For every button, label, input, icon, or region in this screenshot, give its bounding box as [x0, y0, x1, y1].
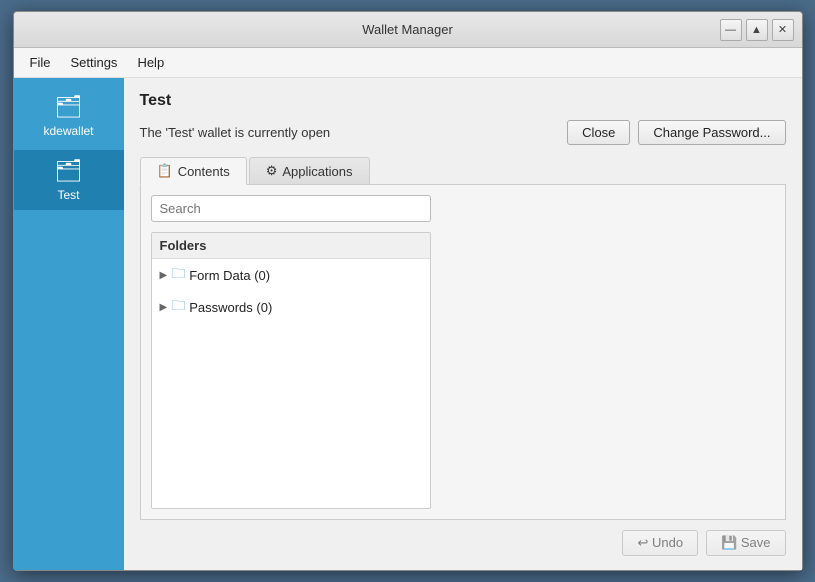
save-icon: 💾	[721, 535, 737, 550]
contents-tab-icon: 📋	[157, 163, 173, 179]
window-title: Wallet Manager	[362, 22, 453, 37]
menu-help[interactable]: Help	[129, 52, 172, 73]
chevron-right-icon: ▶	[160, 270, 168, 281]
folder-label-passwords: Passwords (0)	[189, 300, 272, 315]
sidebar-item-test[interactable]: 🗂 Test	[14, 150, 124, 210]
folders-header: Folders	[152, 233, 430, 259]
minimize-button[interactable]: —	[720, 19, 742, 41]
page-title: Test	[140, 92, 786, 110]
folder-item-form-data[interactable]: ▶ 🗀 Form Data (0)	[152, 259, 430, 291]
tab-contents[interactable]: 📋 Contents	[140, 157, 247, 185]
tab-applications-label: Applications	[282, 164, 352, 179]
menu-file[interactable]: File	[22, 52, 59, 73]
wallet-status-bar: The 'Test' wallet is currently open Clos…	[140, 120, 786, 145]
kdewallet-icon: 🗂	[55, 94, 83, 120]
wallet-manager-window: Wallet Manager — ▲ ✕ File Settings Help …	[13, 11, 803, 571]
status-buttons: Close Change Password...	[567, 120, 785, 145]
main-layout: 🗂 kdewallet 🗂 Test Test The 'Test' walle…	[14, 78, 802, 570]
titlebar-controls: — ▲ ✕	[720, 19, 794, 41]
sidebar-item-kdewallet[interactable]: 🗂 kdewallet	[14, 86, 124, 146]
applications-tab-icon: ⚙	[266, 163, 278, 179]
menu-settings[interactable]: Settings	[62, 52, 125, 73]
undo-label: Undo	[652, 535, 683, 550]
folder-icon-form-data: 🗀	[171, 263, 185, 287]
search-input[interactable]	[151, 195, 431, 222]
close-button[interactable]: ✕	[772, 19, 794, 41]
folder-icon-passwords: 🗀	[171, 295, 185, 319]
maximize-button[interactable]: ▲	[746, 19, 768, 41]
content-area: Test The 'Test' wallet is currently open…	[124, 78, 802, 570]
menubar: File Settings Help	[14, 48, 802, 78]
test-label: Test	[57, 188, 79, 202]
sidebar: 🗂 kdewallet 🗂 Test	[14, 78, 124, 570]
tabs: 📋 Contents ⚙ Applications	[140, 157, 786, 185]
undo-button[interactable]: ↩ Undo	[622, 530, 698, 556]
save-label: Save	[741, 535, 771, 550]
folders-box: Folders ▶ 🗀 Form Data (0) ▶ 🗀 Passwords …	[151, 232, 431, 509]
titlebar: Wallet Manager — ▲ ✕	[14, 12, 802, 48]
save-button[interactable]: 💾 Save	[706, 530, 785, 556]
panel: Folders ▶ 🗀 Form Data (0) ▶ 🗀 Passwords …	[140, 185, 786, 520]
change-password-button[interactable]: Change Password...	[638, 120, 785, 145]
folder-label-form-data: Form Data (0)	[189, 268, 270, 283]
tab-applications[interactable]: ⚙ Applications	[249, 157, 370, 184]
wallet-status-text: The 'Test' wallet is currently open	[140, 125, 331, 140]
kdewallet-label: kdewallet	[43, 124, 93, 138]
bottom-buttons: ↩ Undo 💾 Save	[140, 530, 786, 556]
test-icon: 🗂	[55, 158, 83, 184]
folder-item-passwords[interactable]: ▶ 🗀 Passwords (0)	[152, 291, 430, 323]
close-wallet-button[interactable]: Close	[567, 120, 630, 145]
tab-contents-label: Contents	[178, 164, 230, 179]
chevron-right-icon-passwords: ▶	[160, 302, 168, 313]
undo-icon: ↩	[637, 535, 648, 550]
